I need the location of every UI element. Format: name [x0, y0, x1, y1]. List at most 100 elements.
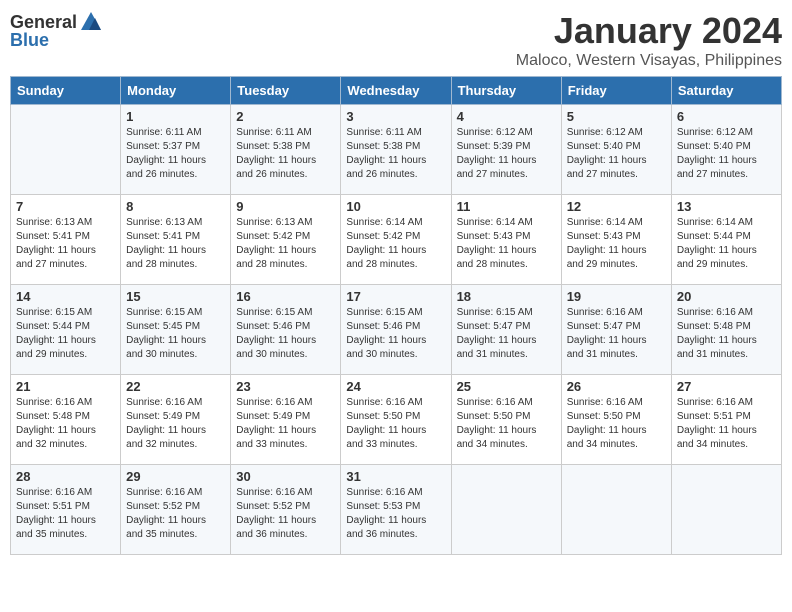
header-row: Sunday Monday Tuesday Wednesday Thursday… [11, 77, 782, 105]
calendar-cell: 21Sunrise: 6:16 AMSunset: 5:48 PMDayligh… [11, 375, 121, 465]
calendar-cell: 3 Sunrise: 6:11 AMSunset: 5:38 PMDaylight… [341, 105, 451, 195]
page-header: General Blue January 2024 Maloco, Wester… [10, 10, 782, 70]
calendar-cell: 23 Sunrise: 6:16 AMSunset: 5:49 PMDayligh… [231, 375, 341, 465]
day-number: 9 [236, 199, 335, 214]
day-info: Sunrise: 6:16 AMSunset: 5:52 PMDaylight:… [126, 487, 206, 540]
day-number: 15 [126, 289, 225, 304]
day-number: 26 [567, 379, 666, 394]
day-info: Sunrise: 6:16 AMSunset: 5:50 PMDaylight:… [346, 397, 426, 450]
day-number: 2 [236, 109, 335, 124]
day-info: Sunrise: 6:16 AMSunset: 5:47 PMDaylight:… [567, 307, 647, 360]
day-number: 5 [567, 109, 666, 124]
calendar-cell: 25 Sunrise: 6:16 AMSunset: 5:50 PMDayligh… [451, 375, 561, 465]
calendar-subtitle: Maloco, Western Visayas, Philippines [516, 52, 782, 70]
calendar-cell: 18Sunrise: 6:15 AMSunset: 5:47 PMDayligh… [451, 285, 561, 375]
calendar-cell: 16 Sunrise: 6:15 AMSunset: 5:46 PMDayligh… [231, 285, 341, 375]
calendar-cell [11, 105, 121, 195]
calendar-cell: 24Sunrise: 6:16 AMSunset: 5:50 PMDayligh… [341, 375, 451, 465]
day-info: Sunrise: 6:12 AMSunset: 5:40 PMDaylight:… [677, 127, 757, 180]
calendar-cell: 4 Sunrise: 6:12 AMSunset: 5:39 PMDaylight… [451, 105, 561, 195]
calendar-cell: 1 Sunrise: 6:11 AMSunset: 5:37 PMDaylight… [121, 105, 231, 195]
calendar-cell: 28 Sunrise: 6:16 AMSunset: 5:51 PMDayligh… [11, 465, 121, 555]
calendar-cell: 10 Sunrise: 6:14 AMSunset: 5:42 PMDayligh… [341, 195, 451, 285]
day-info: Sunrise: 6:16 AMSunset: 5:49 PMDaylight:… [126, 397, 206, 450]
calendar-cell: 26 Sunrise: 6:16 AMSunset: 5:50 PMDayligh… [561, 375, 671, 465]
day-number: 3 [346, 109, 445, 124]
calendar-cell: 22 Sunrise: 6:16 AMSunset: 5:49 PMDayligh… [121, 375, 231, 465]
day-number: 12 [567, 199, 666, 214]
day-number: 11 [457, 199, 556, 214]
calendar-cell: 27Sunrise: 6:16 AMSunset: 5:51 PMDayligh… [671, 375, 781, 465]
day-info: Sunrise: 6:16 AMSunset: 5:49 PMDaylight:… [236, 397, 316, 450]
calendar-cell: 12 Sunrise: 6:14 AMSunset: 5:43 PMDayligh… [561, 195, 671, 285]
day-number: 22 [126, 379, 225, 394]
calendar-cell: 14 Sunrise: 6:15 AMSunset: 5:44 PMDayligh… [11, 285, 121, 375]
day-info: Sunrise: 6:15 AMSunset: 5:46 PMDaylight:… [346, 307, 426, 360]
calendar-cell: 11 Sunrise: 6:14 AMSunset: 5:43 PMDayligh… [451, 195, 561, 285]
calendar-cell: 31Sunrise: 6:16 AMSunset: 5:53 PMDayligh… [341, 465, 451, 555]
day-number: 31 [346, 469, 445, 484]
day-number: 13 [677, 199, 776, 214]
day-number: 8 [126, 199, 225, 214]
header-sunday: Sunday [11, 77, 121, 105]
calendar-cell: 2Sunrise: 6:11 AMSunset: 5:38 PMDaylight… [231, 105, 341, 195]
calendar-week-row: 21Sunrise: 6:16 AMSunset: 5:48 PMDayligh… [11, 375, 782, 465]
day-info: Sunrise: 6:11 AMSunset: 5:37 PMDaylight:… [126, 127, 206, 180]
day-number: 30 [236, 469, 335, 484]
day-info: Sunrise: 6:16 AMSunset: 5:48 PMDaylight:… [16, 397, 96, 450]
title-block: January 2024 Maloco, Western Visayas, Ph… [516, 10, 782, 70]
logo-text: General Blue [10, 10, 103, 51]
day-info: Sunrise: 6:13 AMSunset: 5:41 PMDaylight:… [16, 217, 96, 270]
day-info: Sunrise: 6:12 AMSunset: 5:40 PMDaylight:… [567, 127, 647, 180]
calendar-cell: 6Sunrise: 6:12 AMSunset: 5:40 PMDaylight… [671, 105, 781, 195]
calendar-week-row: 1 Sunrise: 6:11 AMSunset: 5:37 PMDaylight… [11, 105, 782, 195]
day-info: Sunrise: 6:16 AMSunset: 5:50 PMDaylight:… [457, 397, 537, 450]
calendar-cell: 5 Sunrise: 6:12 AMSunset: 5:40 PMDaylight… [561, 105, 671, 195]
day-number: 25 [457, 379, 556, 394]
header-wednesday: Wednesday [341, 77, 451, 105]
day-info: Sunrise: 6:11 AMSunset: 5:38 PMDaylight:… [346, 127, 426, 180]
logo-icon [79, 10, 103, 34]
day-info: Sunrise: 6:15 AMSunset: 5:47 PMDaylight:… [457, 307, 537, 360]
day-number: 17 [346, 289, 445, 304]
day-number: 14 [16, 289, 115, 304]
header-friday: Friday [561, 77, 671, 105]
day-info: Sunrise: 6:16 AMSunset: 5:48 PMDaylight:… [677, 307, 757, 360]
day-info: Sunrise: 6:15 AMSunset: 5:45 PMDaylight:… [126, 307, 206, 360]
calendar-cell: 15 Sunrise: 6:15 AMSunset: 5:45 PMDayligh… [121, 285, 231, 375]
day-number: 28 [16, 469, 115, 484]
day-number: 7 [16, 199, 115, 214]
day-number: 16 [236, 289, 335, 304]
day-info: Sunrise: 6:15 AMSunset: 5:44 PMDaylight:… [16, 307, 96, 360]
calendar-cell: 7 Sunrise: 6:13 AMSunset: 5:41 PMDaylight… [11, 195, 121, 285]
day-number: 23 [236, 379, 335, 394]
calendar-cell: 29Sunrise: 6:16 AMSunset: 5:52 PMDayligh… [121, 465, 231, 555]
calendar-week-row: 14 Sunrise: 6:15 AMSunset: 5:44 PMDayligh… [11, 285, 782, 375]
day-info: Sunrise: 6:14 AMSunset: 5:44 PMDaylight:… [677, 217, 757, 270]
day-info: Sunrise: 6:16 AMSunset: 5:52 PMDaylight:… [236, 487, 316, 540]
calendar-title: January 2024 [516, 10, 782, 52]
day-info: Sunrise: 6:14 AMSunset: 5:43 PMDaylight:… [567, 217, 647, 270]
day-number: 1 [126, 109, 225, 124]
calendar-cell: 17 Sunrise: 6:15 AMSunset: 5:46 PMDayligh… [341, 285, 451, 375]
header-saturday: Saturday [671, 77, 781, 105]
header-thursday: Thursday [451, 77, 561, 105]
day-info: Sunrise: 6:13 AMSunset: 5:41 PMDaylight:… [126, 217, 206, 270]
day-number: 4 [457, 109, 556, 124]
calendar-cell [561, 465, 671, 555]
day-number: 20 [677, 289, 776, 304]
calendar-week-row: 28 Sunrise: 6:16 AMSunset: 5:51 PMDayligh… [11, 465, 782, 555]
day-info: Sunrise: 6:14 AMSunset: 5:43 PMDaylight:… [457, 217, 537, 270]
day-number: 10 [346, 199, 445, 214]
day-info: Sunrise: 6:16 AMSunset: 5:51 PMDaylight:… [16, 487, 96, 540]
header-monday: Monday [121, 77, 231, 105]
day-info: Sunrise: 6:12 AMSunset: 5:39 PMDaylight:… [457, 127, 537, 180]
day-info: Sunrise: 6:13 AMSunset: 5:42 PMDaylight:… [236, 217, 316, 270]
logo: General Blue [10, 10, 103, 51]
calendar-cell: 30 Sunrise: 6:16 AMSunset: 5:52 PMDayligh… [231, 465, 341, 555]
day-info: Sunrise: 6:15 AMSunset: 5:46 PMDaylight:… [236, 307, 316, 360]
day-info: Sunrise: 6:14 AMSunset: 5:42 PMDaylight:… [346, 217, 426, 270]
calendar-cell: 8 Sunrise: 6:13 AMSunset: 5:41 PMDaylight… [121, 195, 231, 285]
day-number: 19 [567, 289, 666, 304]
day-info: Sunrise: 6:16 AMSunset: 5:50 PMDaylight:… [567, 397, 647, 450]
